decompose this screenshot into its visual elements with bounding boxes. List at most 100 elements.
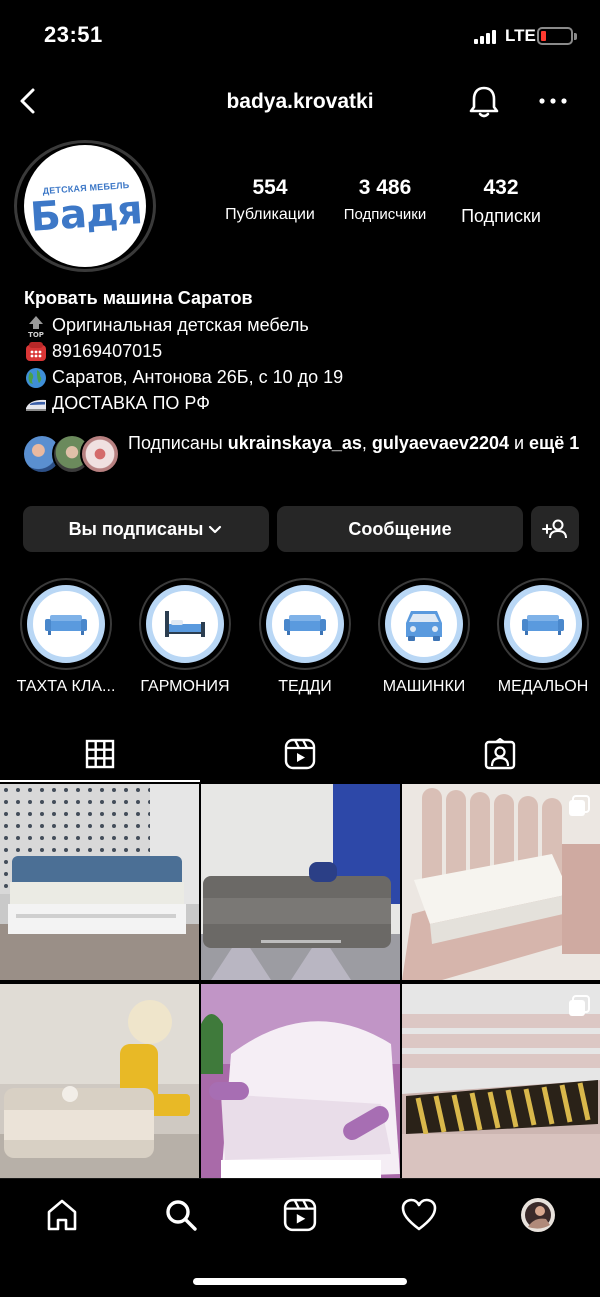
home-icon: [47, 1199, 77, 1231]
story-highlights: ТАХТА КЛА... ГАРМОНИЯ ТЕДДИ МАШИНКИ МЕДА…: [0, 578, 600, 708]
suggest-users-button[interactable]: [531, 506, 579, 552]
following-count-value: 432: [483, 176, 519, 199]
profile-tabs: [0, 726, 600, 784]
nav-profile[interactable]: [518, 1195, 558, 1235]
post-image: [0, 784, 199, 980]
status-bar: 23:51 LTE: [0, 0, 600, 70]
bell-icon: [469, 86, 499, 118]
highlight-item[interactable]: ТЕДДИ: [245, 578, 365, 696]
heart-icon: [401, 1198, 437, 1231]
mutual-avatar: [80, 434, 120, 474]
highlight-cover: [146, 585, 224, 663]
bio-line: Саратов, Антонова 26Б, с 10 до 19: [24, 364, 584, 390]
post-thumbnail[interactable]: [0, 784, 199, 980]
bed-icon: [165, 611, 205, 637]
active-tab-indicator: [0, 780, 200, 782]
highlight-item[interactable]: ГАРМОНИЯ: [125, 578, 245, 696]
highlight-ring: [497, 578, 589, 670]
highlight-label: ТЕДДИ: [278, 678, 332, 695]
followed-by-separator: ,: [361, 433, 372, 453]
mutual-more-link[interactable]: ещё 1: [529, 433, 579, 453]
highlight-cover: [27, 585, 105, 663]
post-thumbnail[interactable]: [0, 984, 199, 1180]
followed-by[interactable]: Подписаны ukrainskaya_as, gulyaevaev2204…: [22, 430, 582, 482]
posts-grid: [0, 784, 600, 1180]
highlight-label: МЕДАЛЬОН: [497, 678, 589, 695]
mutual-user-link[interactable]: gulyaevaev2204: [372, 433, 509, 453]
highlight-item[interactable]: МЕДАЛЬОН: [483, 578, 600, 696]
profile-username: badya.krovatki: [226, 90, 374, 113]
posts-count[interactable]: 554 Публикации: [210, 176, 330, 224]
network-type: LTE: [505, 26, 536, 45]
highlight-ring: [259, 578, 351, 670]
chevron-down-icon: [209, 525, 222, 534]
car-icon: [406, 611, 442, 641]
profile-header: badya.krovatki: [0, 78, 600, 126]
followers-count-value: 3 486: [358, 176, 412, 199]
bio-delivery: ДОСТАВКА ПО РФ: [52, 393, 210, 413]
profile-avatar: [521, 1198, 555, 1232]
globe-emoji: [24, 366, 48, 388]
bio-line: ДОСТАВКА ПО РФ: [24, 390, 584, 416]
highlight-item[interactable]: ТАХТА КЛА...: [6, 578, 126, 696]
following-button-label: Вы подписаны: [68, 518, 204, 539]
reels-icon: [284, 738, 316, 770]
profile-bio: Кровать машина Саратов TOP Оригинальная …: [24, 286, 584, 416]
brand-logo: ДЕТСКАЯ МЕБЕЛЬ Бадя: [24, 145, 146, 267]
more-horizontal-icon: [539, 98, 567, 104]
telephone-emoji: [24, 340, 48, 362]
nav-reels[interactable]: [280, 1195, 320, 1235]
profile-avatar[interactable]: ДЕТСКАЯ МЕБЕЛЬ Бадя: [14, 140, 156, 272]
post-thumbnail[interactable]: [201, 984, 400, 1180]
carousel-icon: [569, 995, 590, 1016]
nav-activity[interactable]: [399, 1195, 439, 1235]
profile-actions: Вы подписаны Сообщение: [23, 506, 579, 552]
highlight-ring: [378, 578, 470, 670]
tab-reels[interactable]: [200, 726, 400, 782]
post-image: [201, 984, 400, 1180]
tab-posts[interactable]: [0, 726, 200, 782]
battery-icon: [537, 27, 577, 45]
sofa-icon: [45, 615, 87, 635]
sofa-icon: [522, 615, 564, 635]
highlight-ring: [20, 578, 112, 670]
notifications-button[interactable]: [466, 84, 502, 120]
search-icon: [166, 1200, 197, 1231]
train-emoji: [24, 392, 48, 414]
highlight-ring: [139, 578, 231, 670]
grid-icon: [85, 739, 115, 769]
post-thumbnail[interactable]: [201, 784, 400, 980]
highlight-label: МАШИНКИ: [382, 678, 466, 695]
following-button[interactable]: Вы подписаны: [23, 506, 269, 552]
more-options-button[interactable]: [536, 88, 570, 114]
sofa-icon: [284, 615, 326, 635]
phone-number[interactable]: 89169407015: [52, 338, 162, 364]
followed-by-prefix: Подписаны: [128, 433, 228, 453]
carousel-icon: [569, 795, 590, 816]
followers-count[interactable]: 3 486 Подписчики: [330, 176, 440, 223]
add-user-icon: [542, 519, 567, 539]
highlight-label: ГАРМОНИЯ: [140, 678, 230, 695]
post-thumbnail[interactable]: [402, 784, 600, 980]
followers-count-label: Подписчики: [343, 206, 427, 223]
posts-count-label: Публикации: [225, 206, 315, 223]
highlight-item[interactable]: МАШИНКИ: [364, 578, 484, 696]
logo-title: Бадя: [28, 187, 144, 241]
tab-tagged[interactable]: [400, 726, 600, 782]
nav-home[interactable]: [42, 1195, 82, 1235]
nav-search[interactable]: [161, 1195, 201, 1235]
following-count[interactable]: 432 Подписки: [446, 176, 556, 227]
posts-count-value: 554: [252, 176, 288, 199]
post-thumbnail[interactable]: [402, 984, 600, 1180]
highlight-cover: [385, 585, 463, 663]
post-image: [201, 784, 400, 980]
profile-stats: 554 Публикации 3 486 Подписчики 432 Подп…: [210, 176, 560, 236]
status-time: 23:51: [44, 22, 103, 47]
mutual-user-link[interactable]: ukrainskaya_as: [228, 433, 362, 453]
bio-line: 89169407015: [24, 338, 584, 364]
highlight-cover: [504, 585, 582, 663]
svg-text:TOP: TOP: [28, 331, 44, 338]
bio-line: TOP Оригинальная детская мебель: [24, 312, 584, 339]
message-button[interactable]: Сообщение: [277, 506, 523, 552]
signal-icon: [474, 30, 500, 44]
